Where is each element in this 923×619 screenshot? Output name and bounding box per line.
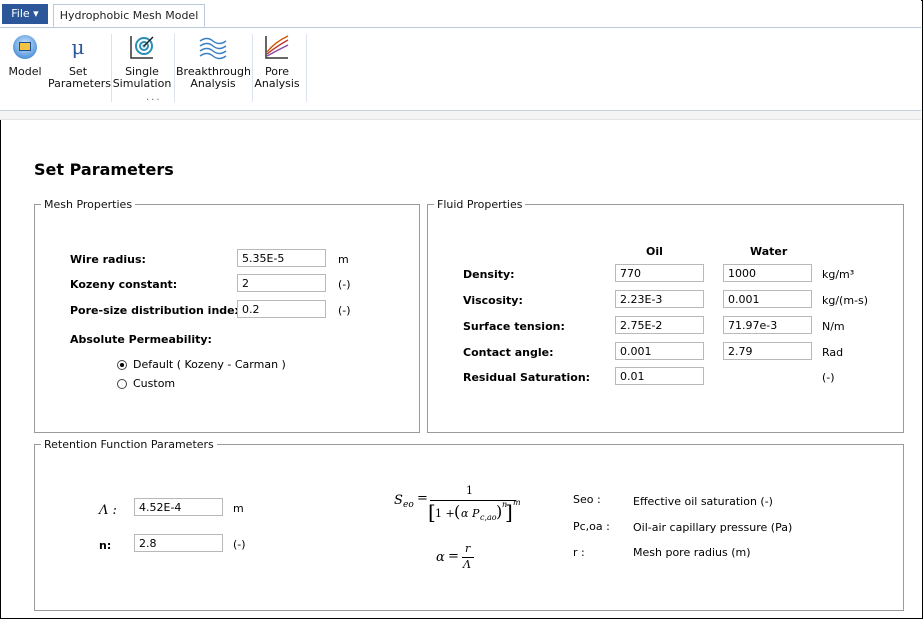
density-water-input[interactable] bbox=[723, 264, 812, 282]
surface-tension-label: Surface tension: bbox=[463, 320, 565, 333]
ribbon-separator bbox=[306, 34, 307, 102]
eq2-equals: = bbox=[448, 549, 459, 564]
model-button-label: Model bbox=[8, 65, 42, 78]
model-button[interactable]: Model bbox=[6, 32, 44, 78]
single-simulation-button[interactable]: Single Simulation bbox=[112, 32, 172, 90]
eq1-den-one: 1 + bbox=[435, 507, 455, 520]
ribbon-more-button[interactable]: ··· bbox=[146, 95, 162, 106]
n-label: n: bbox=[99, 539, 112, 552]
residual-saturation-unit: (-) bbox=[822, 371, 835, 384]
curves-icon bbox=[265, 35, 289, 59]
eq2-numerator: r bbox=[465, 542, 471, 555]
absolute-permeability-label: Absolute Permeability: bbox=[70, 333, 212, 346]
eq1-numerator: 1 bbox=[466, 484, 473, 497]
wire-radius-unit: m bbox=[338, 253, 349, 266]
density-unit: kg/m³ bbox=[822, 268, 855, 281]
eq1-lhs-sub: eo bbox=[403, 500, 414, 510]
density-oil-input[interactable] bbox=[615, 264, 704, 282]
surface-tension-unit: N/m bbox=[822, 320, 845, 333]
lambda-label: Λ : bbox=[99, 503, 117, 518]
pore-analysis-button[interactable]: Pore Analysis bbox=[254, 32, 300, 90]
kozeny-constant-unit: (-) bbox=[338, 278, 351, 291]
eq1-lhs: S bbox=[394, 493, 403, 508]
viscosity-water-input[interactable] bbox=[723, 290, 812, 308]
n-unit: (-) bbox=[233, 538, 246, 551]
toolbar-gutter bbox=[0, 111, 921, 120]
pcoa-key: Pc,oa : bbox=[573, 520, 610, 533]
pcoa-description: Oil-air capillary pressure (Pa) bbox=[633, 521, 793, 534]
psd-index-input[interactable] bbox=[237, 300, 326, 318]
wire-radius-label: Wire radius: bbox=[70, 253, 146, 266]
svg-text:μ: μ bbox=[72, 35, 85, 59]
fluid-properties-legend: Fluid Properties bbox=[437, 198, 523, 211]
breakthrough-analysis-label: Breakthrough Analysis bbox=[176, 65, 251, 90]
saturation-equation: S eo = 1 [ 1 + ( α P c,ao ) n ] m bbox=[390, 483, 530, 533]
eq1-alpha: α bbox=[461, 507, 469, 520]
mesh-properties-legend: Mesh Properties bbox=[44, 198, 133, 211]
surface-tension-oil-input[interactable] bbox=[615, 316, 704, 334]
eq2-lhs: α bbox=[436, 550, 445, 565]
viscosity-label: Viscosity: bbox=[463, 294, 523, 307]
lambda-unit: m bbox=[233, 502, 244, 515]
permeability-default-radio[interactable]: Default ( Kozeny - Carman ) bbox=[117, 358, 286, 371]
page-title: Set Parameters bbox=[34, 160, 174, 179]
residual-saturation-label: Residual Saturation: bbox=[463, 371, 591, 384]
eq1-right-bracket: ] bbox=[505, 500, 513, 524]
wire-radius-input[interactable] bbox=[237, 249, 326, 267]
viscosity-unit: kg/(m-s) bbox=[822, 294, 869, 307]
seo-description: Effective oil saturation (-) bbox=[633, 495, 773, 508]
permeability-default-label: Default ( Kozeny - Carman ) bbox=[133, 358, 286, 371]
mu-icon: μ bbox=[72, 35, 85, 59]
seo-key: Seo : bbox=[573, 493, 601, 506]
r-key: r : bbox=[573, 546, 585, 559]
file-menu-button[interactable]: File ▾ bbox=[2, 4, 48, 24]
contact-angle-label: Contact angle: bbox=[463, 346, 554, 359]
tab-bar: File ▾ Hydrophobic Mesh Model bbox=[0, 0, 921, 28]
tab-hydrophobic-mesh-model[interactable]: Hydrophobic Mesh Model bbox=[53, 4, 205, 27]
radio-selected-icon bbox=[117, 359, 127, 370]
eq1-p: P bbox=[472, 507, 480, 520]
pore-analysis-label: Pore Analysis bbox=[254, 65, 300, 90]
n-input[interactable] bbox=[134, 534, 223, 552]
oil-column-header: Oil bbox=[646, 245, 663, 258]
eq1-left-paren: ( bbox=[454, 502, 461, 521]
kozeny-constant-label: Kozeny constant: bbox=[70, 278, 178, 291]
set-parameters-button[interactable]: μ Set Parameters bbox=[48, 32, 111, 90]
eq1-p-sub: c,ao bbox=[480, 513, 497, 522]
permeability-custom-label: Custom bbox=[133, 377, 176, 390]
single-simulation-label: Single Simulation bbox=[112, 65, 172, 90]
psd-index-label: Pore-size distribution index: bbox=[70, 304, 247, 317]
radio-unselected-icon bbox=[117, 378, 127, 389]
ribbon-toolbar: Model μ Set Parameters Single Simulation… bbox=[0, 28, 921, 111]
kozeny-constant-input[interactable] bbox=[237, 274, 326, 292]
target-icon bbox=[130, 36, 154, 59]
eq1-exp-m: m bbox=[513, 498, 521, 507]
ribbon-separator bbox=[174, 34, 175, 102]
waves-icon bbox=[199, 37, 227, 60]
breakthrough-analysis-button[interactable]: Breakthrough Analysis bbox=[176, 32, 251, 90]
permeability-custom-radio[interactable]: Custom bbox=[117, 377, 175, 390]
density-label: Density: bbox=[463, 268, 515, 281]
ribbon-separator bbox=[252, 34, 253, 102]
lambda-input[interactable] bbox=[134, 498, 223, 516]
alpha-equation: α = r Λ bbox=[432, 542, 492, 576]
r-description: Mesh pore radius (m) bbox=[633, 546, 751, 559]
surface-tension-water-input[interactable] bbox=[723, 316, 812, 334]
set-parameters-label: Set Parameters bbox=[48, 65, 111, 90]
water-column-header: Water bbox=[750, 245, 788, 258]
eq2-denominator: Λ bbox=[463, 558, 471, 571]
contact-angle-unit: Rad bbox=[822, 346, 844, 359]
psd-index-unit: (-) bbox=[338, 304, 351, 317]
viscosity-oil-input[interactable] bbox=[615, 290, 704, 308]
eq1-equals: = bbox=[417, 491, 428, 506]
model-icon bbox=[13, 35, 37, 59]
residual-saturation-oil-input[interactable] bbox=[615, 367, 704, 385]
retention-function-legend: Retention Function Parameters bbox=[44, 438, 214, 451]
contact-angle-oil-input[interactable] bbox=[615, 342, 704, 360]
contact-angle-water-input[interactable] bbox=[723, 342, 812, 360]
